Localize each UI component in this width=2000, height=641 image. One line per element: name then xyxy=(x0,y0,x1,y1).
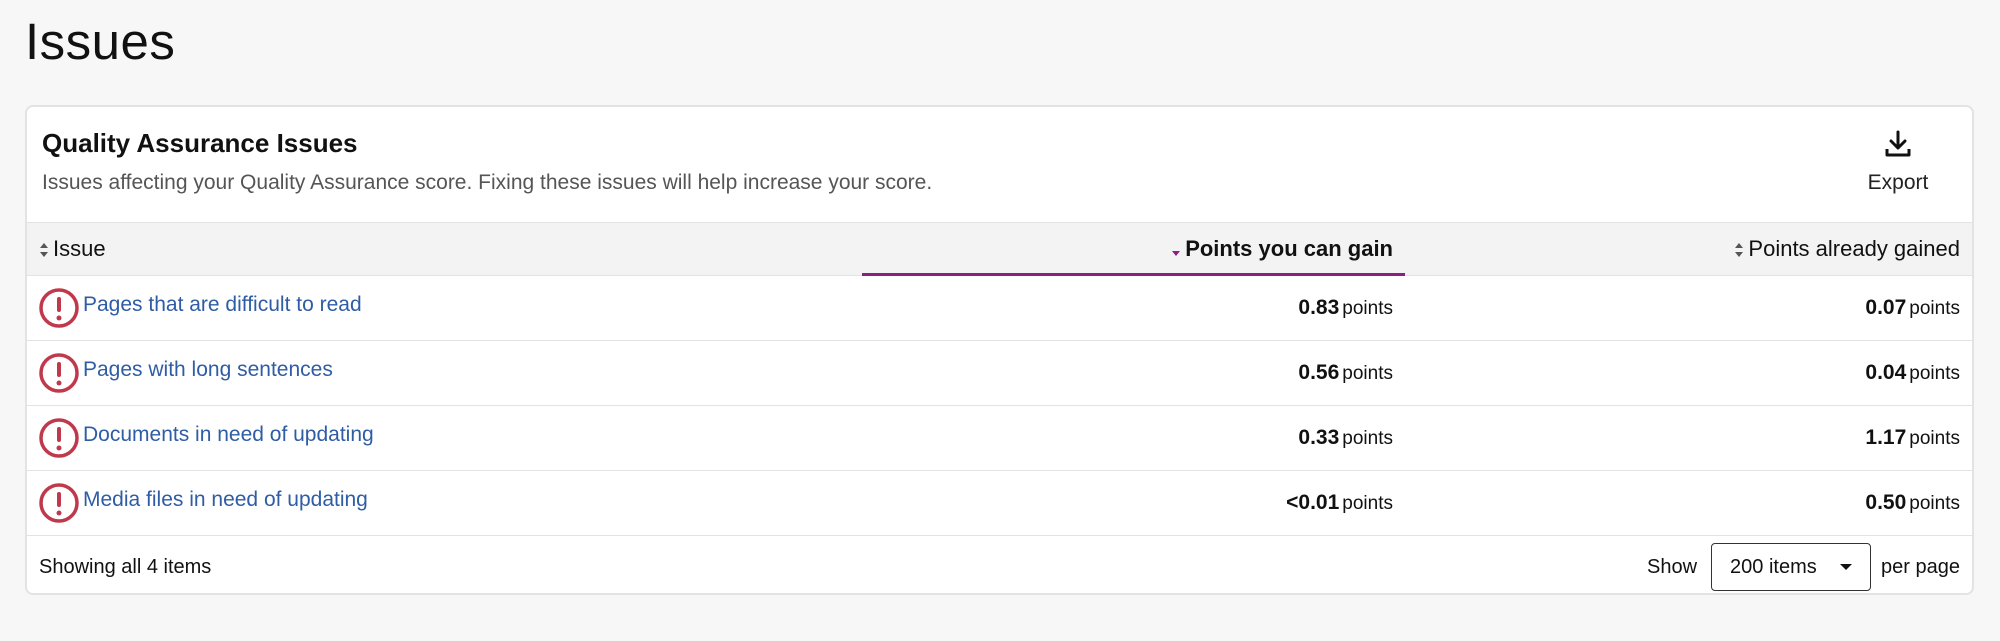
gain-value: <0.01 xyxy=(1286,491,1340,514)
issue-link[interactable]: Documents in need of updating xyxy=(83,423,374,446)
card-header: Quality Assurance Issues Issues affectin… xyxy=(27,107,1972,222)
column-header-gain-label: Points you can gain xyxy=(1185,236,1393,261)
column-header-issue-label: Issue xyxy=(53,236,106,261)
card-title: Quality Assurance Issues xyxy=(42,128,358,158)
sort-icon xyxy=(1735,243,1744,258)
export-label: Export xyxy=(1867,171,1929,194)
exclamation-circle-icon xyxy=(39,418,79,458)
table-row: Pages that are difficult to read 0.83 poi… xyxy=(27,276,1972,341)
issue-cell: Pages that are difficult to read xyxy=(27,276,862,341)
table-row: Media files in need of updating <0.01 poi… xyxy=(27,471,1972,536)
table-row: Pages with long sentences 0.56 points 0.0… xyxy=(27,341,1972,406)
table-row: Documents in need of updating 0.33 points… xyxy=(27,406,1972,471)
issue-link[interactable]: Media files in need of updating xyxy=(83,488,368,511)
exclamation-circle-icon xyxy=(39,353,79,393)
issues-table: Issue Points you can gain Points already… xyxy=(27,222,1972,536)
gained-cell: 0.50 points xyxy=(1405,471,1972,536)
show-label: Show xyxy=(1647,555,1698,578)
gained-value: 0.07 xyxy=(1865,296,1907,319)
gained-value: 0.04 xyxy=(1865,361,1907,384)
points-unit: points xyxy=(1909,428,1960,449)
points-unit: points xyxy=(1909,493,1960,514)
column-header-issue[interactable]: Issue xyxy=(27,222,862,276)
gained-cell: 0.07 points xyxy=(1405,276,1972,341)
gain-cell: 0.33 points xyxy=(862,406,1405,471)
gain-value: 0.56 xyxy=(1298,361,1340,384)
points-unit: points xyxy=(1342,493,1393,514)
exclamation-circle-icon xyxy=(39,483,79,523)
gained-value: 1.17 xyxy=(1865,426,1907,449)
exclamation-circle-icon xyxy=(39,288,79,328)
column-header-gained-label: Points already gained xyxy=(1748,236,1960,261)
table-header-row: Issue Points you can gain Points already… xyxy=(27,222,1972,277)
issue-cell: Documents in need of updating xyxy=(27,406,862,471)
gained-cell: 0.04 points xyxy=(1405,341,1972,406)
issue-cell: Pages with long sentences xyxy=(27,341,862,406)
page-size-select[interactable]: 200 items xyxy=(1711,543,1872,591)
gain-value: 0.83 xyxy=(1298,296,1340,319)
gain-cell: <0.01 points xyxy=(862,471,1405,536)
pagination-controls: Show 200 items per page xyxy=(1647,543,1960,591)
issue-link[interactable]: Pages that are difficult to read xyxy=(83,293,362,316)
export-button[interactable]: Export xyxy=(1848,129,1948,199)
page-size-value: 200 items xyxy=(1730,555,1817,578)
item-count: Showing all 4 items xyxy=(39,556,212,578)
gained-value: 0.50 xyxy=(1865,491,1907,514)
points-unit: points xyxy=(1342,363,1393,384)
per-page-label: per page xyxy=(1881,555,1960,578)
gain-value: 0.33 xyxy=(1298,426,1340,449)
points-unit: points xyxy=(1909,363,1960,384)
download-icon xyxy=(1885,130,1911,157)
gain-cell: 0.83 points xyxy=(862,276,1405,341)
caret-down-icon xyxy=(1840,564,1853,570)
points-unit: points xyxy=(1342,298,1393,319)
issue-link[interactable]: Pages with long sentences xyxy=(83,358,333,381)
page-title: Issues xyxy=(25,13,176,70)
issue-cell: Media files in need of updating xyxy=(27,471,862,536)
column-header-gained[interactable]: Points already gained xyxy=(1405,222,1972,276)
sort-icon xyxy=(40,243,48,258)
table-footer: Showing all 4 items Show 200 items per p… xyxy=(27,536,1972,593)
column-header-gain[interactable]: Points you can gain xyxy=(862,222,1405,277)
gain-cell: 0.56 points xyxy=(862,341,1405,406)
gained-cell: 1.17 points xyxy=(1405,406,1972,471)
points-unit: points xyxy=(1342,428,1393,449)
qa-issues-card: Quality Assurance Issues Issues affectin… xyxy=(25,105,1974,595)
sort-descending-icon xyxy=(1172,251,1181,257)
points-unit: points xyxy=(1909,298,1960,319)
card-subtitle: Issues affecting your Quality Assurance … xyxy=(42,171,933,194)
